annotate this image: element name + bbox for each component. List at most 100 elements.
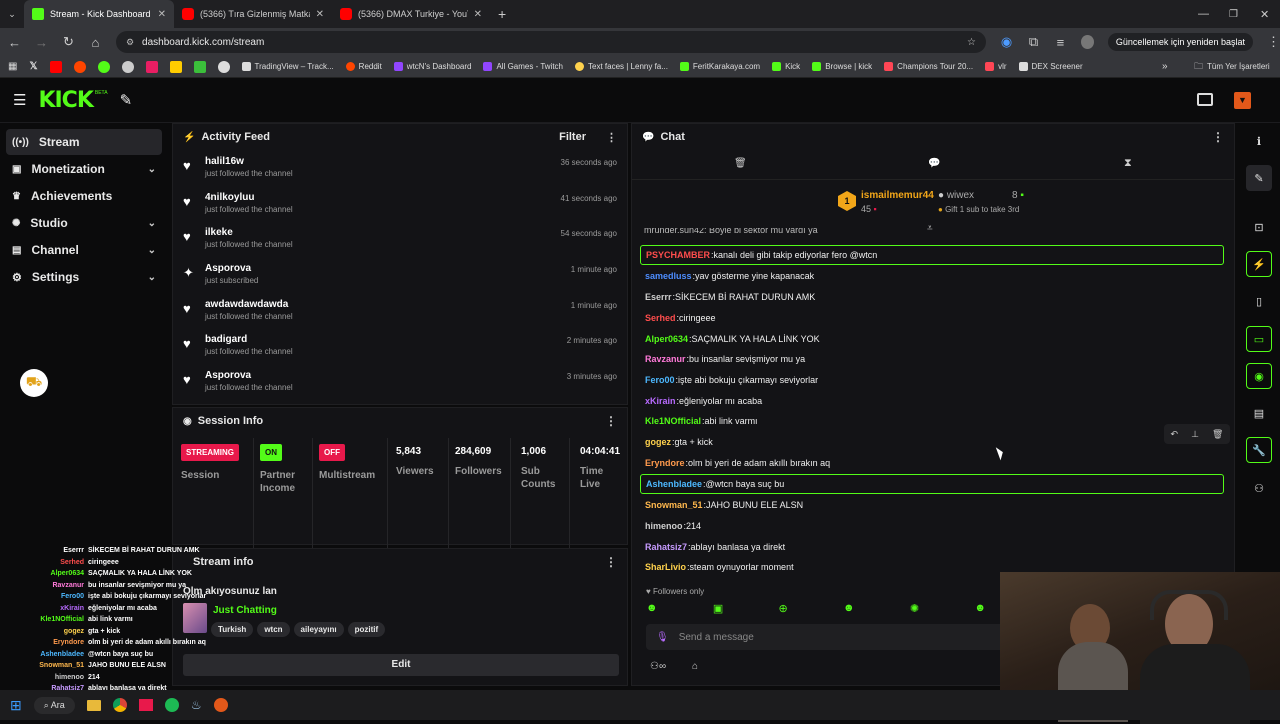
chat-message[interactable]: Rahatsiz7: ablayı banlasa ya direkt xyxy=(640,537,785,557)
chat-message[interactable]: samedluss: yav gösterme yine kapanacak xyxy=(640,266,814,286)
emote-icon[interactable]: ▣ xyxy=(713,602,723,616)
close-tab-icon[interactable]: ✕ xyxy=(474,9,482,20)
chat-message[interactable]: xKirain: eğleniyolar mı acaba xyxy=(640,391,762,411)
bookmark-icon-7[interactable] xyxy=(169,60,182,73)
chat-message[interactable]: Ravzanur: bu insanlar sevişmiyor mu ya xyxy=(640,349,805,369)
stream-category[interactable]: Just Chatting xyxy=(213,605,277,616)
activity-username[interactable]: Asporova xyxy=(205,370,293,381)
player-tool-icon[interactable]: ▤ xyxy=(1246,400,1272,426)
url-field[interactable]: ⚙ dashboard.kick.com/stream ☆ xyxy=(115,31,987,53)
bookmark-twitch[interactable]: All Games - Twitch xyxy=(483,62,563,71)
chat-message[interactable]: PSYCHAMBER: kanalı deli gibi takip ediyo… xyxy=(640,245,1224,265)
chat-input[interactable]: 🎙 Send a message xyxy=(646,624,1006,650)
bookmark-champions-tour[interactable]: Champions Tour 20... xyxy=(884,62,973,71)
emote-icon[interactable]: ⊕ xyxy=(779,602,788,616)
file-explorer-icon[interactable] xyxy=(86,699,101,711)
bookmark-star-icon[interactable]: ☆ xyxy=(967,37,976,48)
bookmark-tradingview[interactable]: TradingView – Track... xyxy=(241,62,334,71)
chat-message[interactable]: himenoo: 214 xyxy=(640,516,701,536)
bookmark-wtcn-dashboard[interactable]: wtcN's Dashboard xyxy=(393,62,471,71)
forward-icon[interactable]: → xyxy=(35,35,48,50)
browser-menu-icon[interactable]: ⋮ xyxy=(1267,34,1280,50)
maximize-icon[interactable]: ❐ xyxy=(1229,9,1238,20)
chat-username[interactable]: Fero00 xyxy=(645,375,675,385)
wrench-tool-icon[interactable]: 🔧 xyxy=(1246,437,1272,463)
bookmark-reddit[interactable]: Reddit xyxy=(345,62,382,71)
bookmark-feritkarakaya[interactable]: FeritKarakaya.com xyxy=(679,62,760,71)
tag-chip[interactable]: wtcn xyxy=(257,622,290,637)
chat-username[interactable]: gogez xyxy=(645,437,671,447)
site-info-icon[interactable]: ⚙ xyxy=(126,37,134,48)
tag-chip[interactable]: pozitif xyxy=(347,622,386,637)
kick-logo[interactable]: KICK xyxy=(38,88,93,113)
profile-avatar[interactable] xyxy=(1080,35,1094,49)
apps-icon[interactable]: ▦ xyxy=(8,61,17,72)
activity-username[interactable]: halil16w xyxy=(205,156,293,167)
second-gifter[interactable]: ● wiwex xyxy=(938,190,974,201)
close-tab-icon[interactable]: ✕ xyxy=(158,9,166,20)
bookmark-browse-kick[interactable]: Browse | kick xyxy=(812,62,872,71)
taskbar-app-icon-2[interactable] xyxy=(213,698,228,712)
chat-username[interactable]: SharLivio xyxy=(645,562,686,572)
activity-username[interactable]: ilkeke xyxy=(205,227,293,238)
sidebar-item-channel[interactable]: ▤ Channel ⌄ xyxy=(6,237,162,263)
chat-username[interactable]: Ravzanur xyxy=(645,354,686,364)
extension-1-icon[interactable]: ◉ xyxy=(1000,34,1013,50)
tab-menu-icon[interactable]: ⌄ xyxy=(0,9,24,20)
bookmark-icon-5[interactable] xyxy=(121,60,134,73)
all-bookmarks[interactable]: 🗀 Tüm Yer İşaretleri xyxy=(1194,59,1270,75)
chat-username[interactable]: Snowman_51 xyxy=(645,500,703,510)
home-icon[interactable]: ⌂ xyxy=(89,35,102,50)
chat-username[interactable]: Rahatsiz7 xyxy=(645,542,687,552)
tab-youtube-2[interactable]: (5366) DMAX Turkiye - YouTube ✕ xyxy=(332,0,490,28)
bookmark-icon-6[interactable] xyxy=(145,60,158,73)
activity-username[interactable]: Asporova xyxy=(205,263,258,274)
delete-icon[interactable]: 🗑 xyxy=(1212,429,1223,440)
share-tool-icon[interactable]: ⚇ xyxy=(1246,475,1272,501)
chat-message[interactable]: Alper0634: SAÇMALIK YA HALA LİNK YOK xyxy=(640,329,820,349)
bookmark-icon-8[interactable] xyxy=(193,60,206,73)
emote-icon[interactable]: ✺ xyxy=(910,602,919,616)
bookmark-kick[interactable]: Kick xyxy=(772,62,800,71)
taskbar-search[interactable]: ⌕ Ara xyxy=(33,696,75,714)
bookmark-lenny[interactable]: Text faces | Lenny fa... xyxy=(575,62,668,71)
sidebar-item-settings[interactable]: ⚙ Settings ⌄ xyxy=(6,264,162,290)
sidebar-item-studio[interactable]: ✺ Studio ⌄ xyxy=(6,210,162,236)
bookmark-icon-4[interactable] xyxy=(97,60,110,73)
activity-username[interactable]: 4nilkoyluu xyxy=(205,192,293,203)
taskbar-app-icon[interactable] xyxy=(138,699,153,711)
bookmark-vlr[interactable]: vlr xyxy=(985,62,1007,71)
close-window-icon[interactable]: ✕ xyxy=(1260,8,1269,21)
new-tab-icon[interactable]: + xyxy=(498,6,506,22)
back-icon[interactable]: ← xyxy=(8,35,21,50)
panel-menu-icon[interactable]: ⋮ xyxy=(605,414,617,428)
chat-message[interactable]: Fero00: işte abi bokuju çıkarmayı seviyo… xyxy=(640,370,818,390)
extensions-icon[interactable]: ⧉ xyxy=(1027,34,1040,50)
trash-icon[interactable]: 🗑 xyxy=(734,158,747,169)
chat-message[interactable]: Snowman_51: JAHO BUNU ELE ALSN xyxy=(640,495,803,515)
chat-username[interactable]: xKirain xyxy=(645,396,676,406)
shop-cart-button[interactable]: ⛟ xyxy=(20,369,48,397)
spotify-icon[interactable] xyxy=(164,698,179,712)
chat-username[interactable]: himenoo xyxy=(645,521,683,531)
microphone-icon[interactable]: 🎙 xyxy=(656,632,669,643)
reload-icon[interactable]: ↻ xyxy=(62,34,75,50)
pin-message-icon[interactable]: ⊥ xyxy=(1191,429,1199,440)
panel-menu-icon[interactable]: ⋮ xyxy=(605,555,617,569)
pin-icon[interactable]: ✎ xyxy=(120,91,133,109)
chat-username[interactable]: Ashenbladee xyxy=(646,479,702,489)
bookmark-icon-3[interactable] xyxy=(73,60,86,73)
chat-username[interactable]: Serhed xyxy=(645,313,676,323)
chat-message[interactable]: Ashenbladee: @wtcn baya suç bu xyxy=(640,474,1224,494)
panel-menu-icon[interactable]: ⋮ xyxy=(1212,130,1224,144)
close-tab-icon[interactable]: ✕ xyxy=(316,9,324,20)
chat-settings-icon[interactable]: ⚇∞ xyxy=(650,661,666,672)
stream-preview-icon[interactable] xyxy=(1197,93,1213,106)
chat-username[interactable]: Eserrr xyxy=(645,292,672,302)
bookmark-icon-9[interactable] xyxy=(217,60,230,73)
user-avatar[interactable]: ▼ xyxy=(1234,92,1251,109)
bookmark-dexscreener[interactable]: DEX Screener xyxy=(1018,62,1083,71)
chrome-icon[interactable] xyxy=(112,698,127,712)
chat-message[interactable]: Eryndore: olm bi yeri de adam akıllı bır… xyxy=(640,453,830,473)
hamburger-menu-icon[interactable]: ☰ xyxy=(13,91,26,109)
